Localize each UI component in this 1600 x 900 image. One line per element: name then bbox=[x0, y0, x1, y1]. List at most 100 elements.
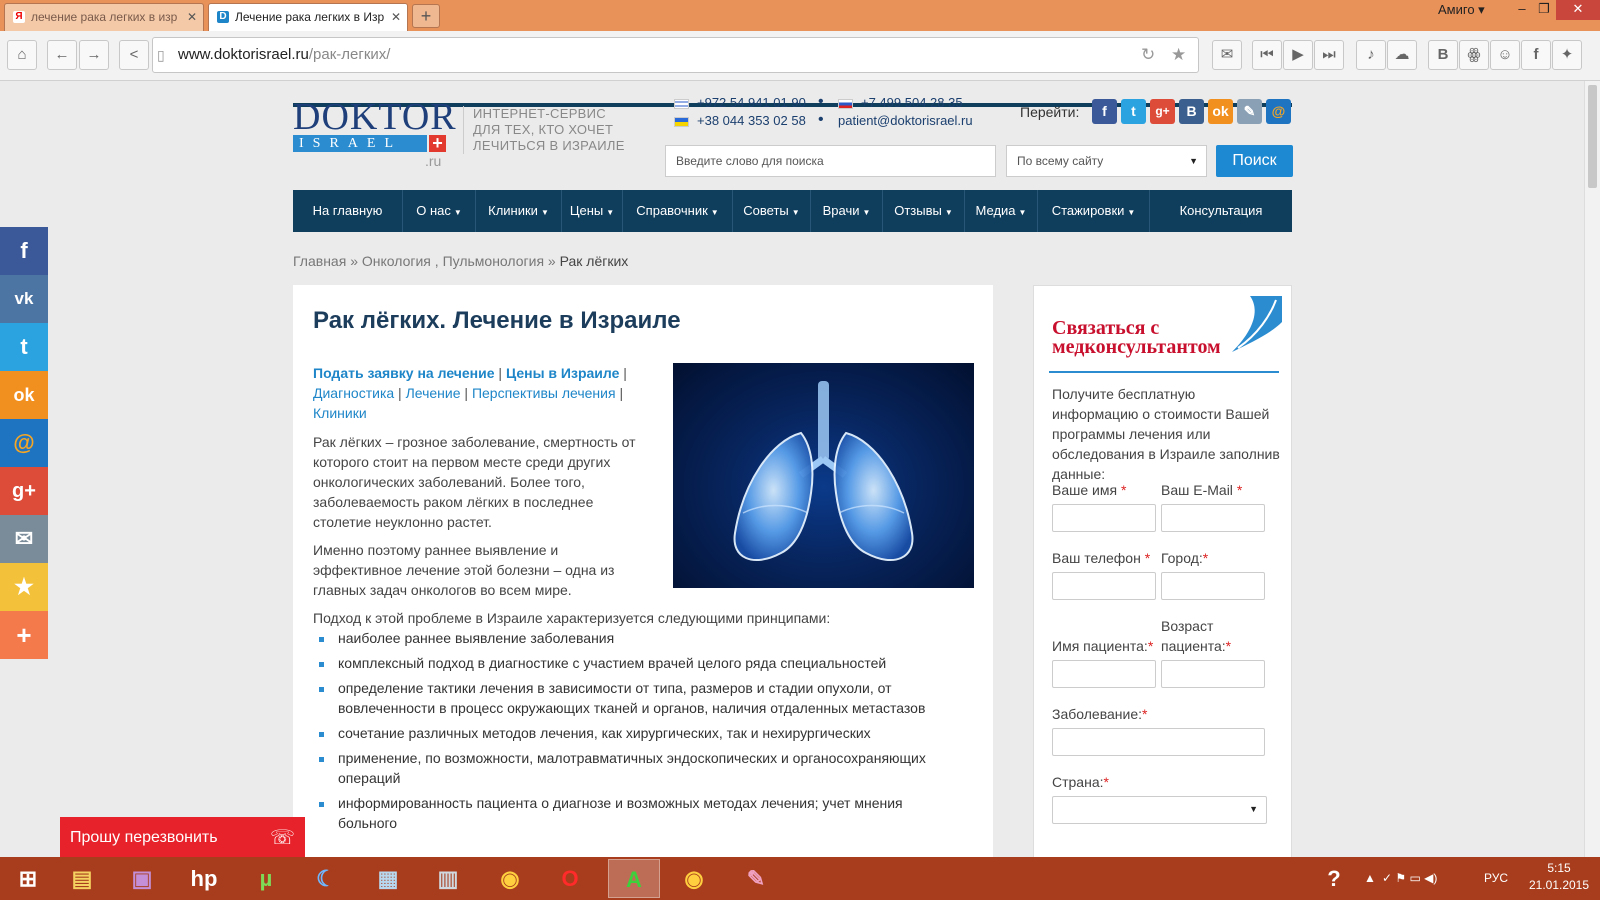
system-clock[interactable]: 5:15 21.01.2015 bbox=[1524, 860, 1594, 894]
file-explorer-icon[interactable]: ▤ bbox=[56, 859, 108, 898]
browser-menu-button[interactable]: Амиго ▾ bbox=[1438, 2, 1485, 18]
browser-tab-active[interactable]: D Лечение рака легких в Изр ✕ bbox=[208, 3, 408, 31]
media-play-icon[interactable]: ▶ bbox=[1283, 40, 1313, 70]
page-scrollbar[interactable] bbox=[1584, 81, 1600, 857]
address-bar[interactable]: ▯ www.doktorisrael.ru/рак-легких/ ↻ ★ bbox=[152, 37, 1199, 73]
facebook-icon[interactable]: f bbox=[1521, 40, 1551, 70]
patient-name-field[interactable] bbox=[1052, 660, 1156, 688]
new-tab-button[interactable]: + bbox=[412, 4, 440, 28]
search-button[interactable]: Поиск bbox=[1216, 145, 1293, 177]
phone-israel[interactable]: +972 54 941 01 90 bbox=[674, 94, 806, 112]
breadcrumb-home[interactable]: Главная bbox=[293, 253, 346, 269]
facebook-icon[interactable]: f bbox=[1092, 99, 1117, 124]
scrollbar-thumb[interactable] bbox=[1588, 85, 1597, 188]
search-scope-select[interactable]: По всему сайту ▼ bbox=[1006, 145, 1207, 177]
nav-item-reference[interactable]: Справочник ▼ bbox=[623, 190, 733, 232]
nav-item-home[interactable]: На главную bbox=[293, 190, 403, 232]
phone-field[interactable] bbox=[1052, 572, 1156, 600]
share-email-icon[interactable]: ✉ bbox=[0, 515, 48, 563]
city-field[interactable] bbox=[1161, 572, 1265, 600]
tray-expand-icon[interactable]: ▲ bbox=[1364, 857, 1376, 900]
breadcrumb-pulmonology[interactable]: Пульмонология bbox=[443, 253, 544, 269]
name-field[interactable] bbox=[1052, 504, 1156, 532]
callback-request-button[interactable]: Прошу перезвонить ☏ bbox=[60, 817, 305, 857]
help-icon[interactable]: ? bbox=[1316, 859, 1352, 898]
nav-item-consultation[interactable]: Консультация bbox=[1150, 190, 1292, 232]
tray-icons[interactable]: ✓ ⚑ ▭ ◀) bbox=[1382, 857, 1437, 900]
share-twitter-icon[interactable]: t bbox=[0, 323, 48, 371]
share-bookmark-icon[interactable]: ★ bbox=[0, 563, 48, 611]
nav-item-prices[interactable]: Цены ▼ bbox=[562, 190, 623, 232]
nav-item-reviews[interactable]: Отзывы ▼ bbox=[883, 190, 965, 232]
share-more-icon[interactable]: + bbox=[0, 611, 48, 659]
nav-item-tips[interactable]: Советы ▼ bbox=[733, 190, 811, 232]
mail-icon[interactable]: ✉ bbox=[1212, 40, 1242, 70]
phone-russia[interactable]: +7 499 504 28 35 bbox=[838, 94, 963, 112]
link-treatment[interactable]: Лечение bbox=[406, 385, 461, 401]
site-logo[interactable]: DOKTOR ISRAEL + .ru bbox=[293, 97, 456, 169]
utorrent-icon[interactable]: µ bbox=[240, 859, 292, 898]
country-select[interactable]: ▼ bbox=[1052, 796, 1267, 824]
odnoklassniki-icon[interactable]: ok bbox=[1208, 99, 1233, 124]
email-field[interactable] bbox=[1161, 504, 1265, 532]
app-icon[interactable]: ☾ bbox=[300, 859, 352, 898]
link-clinics[interactable]: Клиники bbox=[313, 405, 367, 421]
share-facebook-icon[interactable]: f bbox=[0, 227, 48, 275]
browser-tab-search[interactable]: Я лечение рака легких в изр ✕ bbox=[4, 3, 204, 31]
link-prospects[interactable]: Перспективы лечения bbox=[472, 385, 616, 401]
link-prices[interactable]: Цены в Израиле bbox=[506, 365, 619, 381]
opera-icon[interactable]: O bbox=[544, 859, 596, 898]
reload-icon[interactable]: ↻ bbox=[1141, 38, 1155, 72]
bookmark-star-icon[interactable]: ★ bbox=[1171, 38, 1186, 72]
vk-icon[interactable]: B bbox=[1428, 40, 1458, 70]
tab-close-icon[interactable]: ✕ bbox=[391, 4, 401, 30]
chat-icon[interactable]: ☁ bbox=[1387, 40, 1417, 70]
share-odnoklassniki-icon[interactable]: ok bbox=[0, 371, 48, 419]
friends-icon[interactable]: ☺ bbox=[1490, 40, 1520, 70]
breadcrumb-oncology[interactable]: Онкология bbox=[362, 253, 431, 269]
chrome-icon[interactable]: ◉ bbox=[484, 859, 536, 898]
nav-item-doctors[interactable]: Врачи ▼ bbox=[811, 190, 883, 232]
tab-close-icon[interactable]: ✕ bbox=[187, 4, 197, 30]
contact-email-link[interactable]: patient@doktorisrael.ru bbox=[838, 112, 973, 130]
phone-ukraine[interactable]: +38 044 353 02 58 bbox=[674, 112, 806, 130]
keyboard-language[interactable]: РУС bbox=[1484, 857, 1508, 900]
amigo-browser-icon[interactable]: A bbox=[608, 859, 660, 898]
twitter-icon[interactable]: t bbox=[1121, 99, 1146, 124]
share-mailru-icon[interactable]: @ bbox=[0, 419, 48, 467]
livejournal-icon[interactable]: ✎ bbox=[1237, 99, 1262, 124]
nav-item-media[interactable]: Медиа ▼ bbox=[965, 190, 1038, 232]
remote-desktop-icon[interactable]: ▣ bbox=[116, 859, 168, 898]
share-icon[interactable]: < bbox=[119, 40, 149, 70]
google-plus-icon[interactable]: g+ bbox=[1150, 99, 1175, 124]
calculator-icon[interactable]: ▥ bbox=[422, 859, 474, 898]
link-apply[interactable]: Подать заявку на лечение bbox=[313, 365, 495, 381]
share-vk-icon[interactable]: vk bbox=[0, 275, 48, 323]
odnoklassniki-icon[interactable]: ꙮ bbox=[1459, 40, 1489, 70]
restore-icon[interactable]: ❐ bbox=[1534, 0, 1554, 20]
music-icon[interactable]: ♪ bbox=[1356, 40, 1386, 70]
close-window-icon[interactable]: ✕ bbox=[1556, 0, 1600, 20]
mail-ru-icon[interactable]: @ bbox=[1266, 99, 1291, 124]
twitter-icon[interactable]: ✦ bbox=[1552, 40, 1582, 70]
link-diagnostics[interactable]: Диагностика bbox=[313, 385, 394, 401]
back-icon[interactable]: ← bbox=[47, 40, 77, 70]
system-monitor-icon[interactable]: ▦ bbox=[362, 859, 414, 898]
nav-item-clinics[interactable]: Клиники ▼ bbox=[476, 190, 562, 232]
site-search-input[interactable]: Введите слово для поиска bbox=[665, 145, 996, 177]
media-prev-icon[interactable]: ⏮ bbox=[1252, 40, 1282, 70]
chrome-alt-icon[interactable]: ◉ bbox=[668, 859, 720, 898]
media-next-icon[interactable]: ⏭ bbox=[1314, 40, 1344, 70]
share-google-plus-icon[interactable]: g+ bbox=[0, 467, 48, 515]
patient-age-field[interactable] bbox=[1161, 660, 1265, 688]
nav-item-internships[interactable]: Стажировки ▼ bbox=[1038, 190, 1150, 232]
minimize-icon[interactable]: – bbox=[1512, 0, 1532, 20]
forward-icon[interactable]: → bbox=[79, 40, 109, 70]
windows-start-icon[interactable]: ⊞ bbox=[2, 859, 54, 898]
hp-icon[interactable]: hp bbox=[178, 859, 230, 898]
nav-item-about[interactable]: О нас ▼ bbox=[403, 190, 476, 232]
vk-icon[interactable]: B bbox=[1179, 99, 1204, 124]
paint-icon[interactable]: ✎ bbox=[730, 859, 782, 898]
disease-field[interactable] bbox=[1052, 728, 1265, 756]
home-icon[interactable]: ⌂ bbox=[7, 40, 37, 70]
